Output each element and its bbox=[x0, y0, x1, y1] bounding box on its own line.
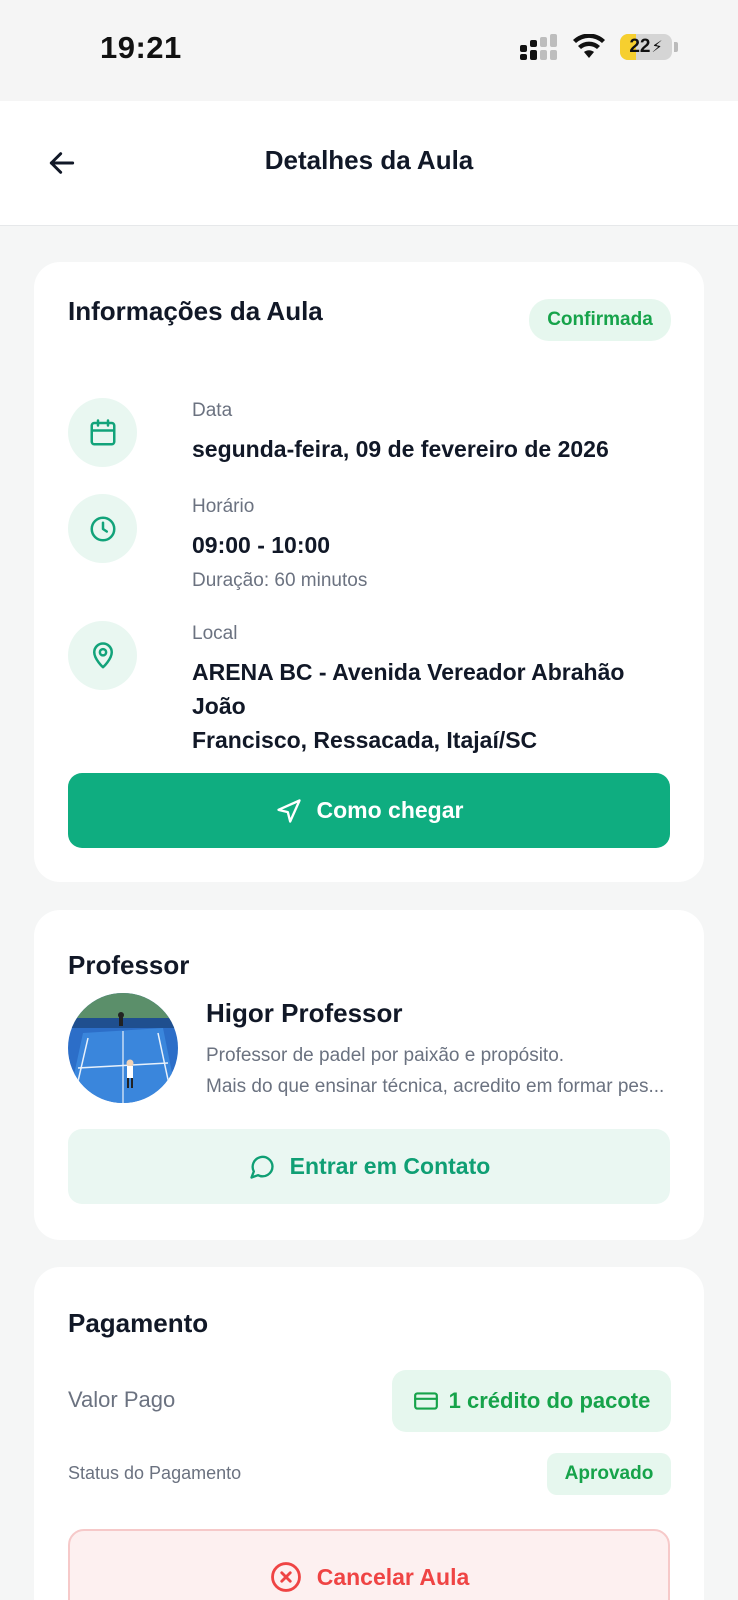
professor-name: Higor Professor bbox=[206, 998, 403, 1028]
payment-section-title: Pagamento bbox=[68, 1308, 209, 1338]
professor-bio-line-1: Professor de padel por paixão e propósit… bbox=[206, 1045, 565, 1066]
duration-text: Duração: 60 minutos bbox=[192, 570, 368, 591]
page-title: Detalhes da Aula bbox=[264, 145, 474, 175]
clock-icon bbox=[68, 494, 137, 563]
app-header: Detalhes da Aula bbox=[0, 101, 738, 226]
professor-card: Professor Higor Professor Professor de p… bbox=[34, 910, 704, 1240]
class-info-card: Informações da Aula Confirmada Data segu… bbox=[34, 262, 704, 882]
status-icons: 22 ⚡ bbox=[520, 34, 678, 60]
contact-button-label: Entrar em Contato bbox=[289, 1153, 491, 1179]
cancel-button-label: Cancelar Aula bbox=[316, 1563, 470, 1590]
map-pin-icon bbox=[68, 621, 137, 690]
wifi-icon bbox=[573, 34, 605, 58]
battery-icon: 22 ⚡ bbox=[620, 34, 672, 60]
class-info-title: Informações da Aula bbox=[68, 296, 323, 326]
date-value: segunda-feira, 09 de fevereiro de 2026 bbox=[192, 436, 609, 462]
location-line-2: Francisco, Ressacada, Itajaí/SC bbox=[192, 727, 538, 753]
professor-avatar[interactable] bbox=[68, 993, 178, 1103]
amount-value: 1 crédito do pacote bbox=[448, 1388, 651, 1413]
navigation-icon bbox=[276, 798, 301, 823]
amount-badge: 1 crédito do pacote bbox=[392, 1370, 671, 1432]
directions-button[interactable]: Como chegar bbox=[68, 773, 670, 848]
professor-section-title: Professor bbox=[68, 950, 190, 980]
location-label: Local bbox=[192, 623, 238, 644]
payment-status-badge: Aprovado bbox=[547, 1453, 671, 1495]
time-value: 09:00 - 10:00 bbox=[192, 532, 331, 558]
chat-bubble-icon bbox=[250, 1155, 274, 1179]
time-label: Horário bbox=[192, 496, 255, 517]
professor-bio-line-2: Mais do que ensinar técnica, acredito em… bbox=[206, 1076, 665, 1097]
directions-button-label: Como chegar bbox=[316, 797, 464, 823]
date-row: Data segunda-feira, 09 de fevereiro de 2… bbox=[68, 398, 670, 478]
status-badge: Confirmada bbox=[529, 299, 671, 341]
payment-status-label: Status do Pagamento bbox=[68, 1463, 242, 1483]
location-line-1: ARENA BC - Avenida Vereador Abrahão João bbox=[192, 659, 625, 719]
amount-label: Valor Pago bbox=[68, 1387, 176, 1412]
cancel-circle-icon bbox=[270, 1562, 301, 1592]
payment-card: Pagamento Valor Pago 1 crédito do pacote… bbox=[34, 1267, 704, 1600]
signal-icon bbox=[520, 34, 557, 60]
calendar-icon bbox=[68, 398, 137, 467]
time-row: Horário 09:00 - 10:00 Duração: 60 minuto… bbox=[68, 494, 670, 594]
battery-level: 22 bbox=[629, 36, 651, 57]
credit-card-icon bbox=[413, 1392, 438, 1410]
location-row: Local ARENA BC - Avenida Vereador Abrahã… bbox=[68, 621, 670, 753]
cancel-class-button[interactable]: Cancelar Aula bbox=[68, 1529, 670, 1600]
status-bar: 19:21 22 ⚡ bbox=[0, 0, 738, 101]
status-time: 19:21 bbox=[100, 30, 182, 65]
contact-button[interactable]: Entrar em Contato bbox=[68, 1129, 670, 1204]
date-label: Data bbox=[192, 400, 233, 421]
professor-bio: Professor de padel por paixão e propósit… bbox=[206, 1040, 666, 1102]
